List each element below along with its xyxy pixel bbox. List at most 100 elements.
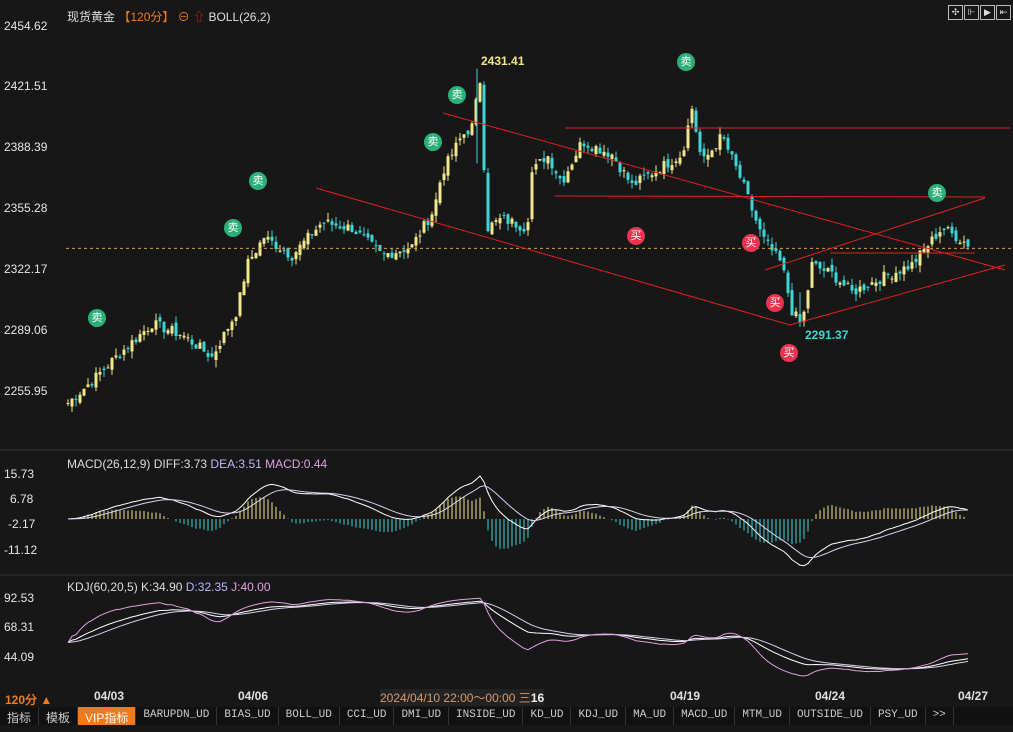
indicator-label[interactable]: BOLL(26,2) [208, 10, 270, 24]
trend-line [554, 195, 986, 198]
candle-body [730, 151, 734, 155]
sell-signal-marker[interactable]: 卖 [88, 309, 106, 327]
candle-body [746, 181, 750, 195]
candle-body [450, 154, 454, 156]
candle-body [194, 344, 198, 349]
candle-body [78, 394, 82, 403]
candle-body [306, 232, 310, 245]
tab-boll[interactable]: BOLL_UD [279, 707, 340, 725]
macd-diff: DIFF:3.73 [153, 457, 208, 471]
candle-body [242, 281, 246, 296]
low-label: 2291.37 [805, 328, 849, 342]
candle-body [154, 320, 158, 330]
candle-body [954, 230, 958, 242]
candle-body [234, 317, 238, 321]
sell-signal-marker[interactable]: 卖 [448, 86, 466, 104]
tab-indicators[interactable]: 指标 [0, 707, 40, 725]
sell-signal-marker[interactable]: 卖 [677, 53, 695, 71]
candle-body [814, 261, 818, 264]
candle-body [770, 244, 774, 251]
kdj-tick: 44.09 [4, 650, 35, 664]
candle-body [522, 228, 526, 232]
candle-body [358, 230, 362, 233]
buy-signal-marker[interactable]: 买 [627, 227, 645, 245]
tab-kd[interactable]: KD_UD [523, 707, 572, 725]
candle-body [962, 241, 966, 243]
candle-body [686, 125, 690, 149]
candle-body [722, 137, 726, 139]
candle-body [190, 339, 194, 345]
buy-signal-marker[interactable]: 买 [780, 344, 798, 362]
kdj-j: J:40.00 [231, 580, 271, 594]
sell-signal-marker[interactable]: 卖 [224, 219, 242, 237]
tab-vip-indicators[interactable]: VIP指标 [78, 707, 137, 725]
candle-body [330, 221, 334, 225]
candle-body [630, 180, 634, 183]
sell-signal-marker[interactable]: 卖 [249, 172, 267, 190]
candle-body [350, 224, 354, 232]
tabs-more-button[interactable]: >> [926, 707, 954, 725]
price-tick: 2289.06 [4, 323, 48, 337]
tab-ma[interactable]: MA_UD [626, 707, 675, 725]
candle-body [706, 154, 710, 160]
candle-body [406, 248, 410, 254]
candle-body [650, 175, 654, 178]
settings-icon[interactable]: ⊖ [178, 10, 190, 24]
candle-body [606, 152, 610, 157]
tab-kdj[interactable]: KDJ_UD [571, 707, 627, 725]
tab-macd[interactable]: MACD_UD [674, 707, 736, 725]
candle-body [134, 339, 138, 343]
exit-icon[interactable]: ⇤ [996, 5, 1011, 20]
candle-body [398, 251, 402, 254]
candle-body [106, 367, 110, 369]
candle-body [682, 150, 686, 157]
candle-body [538, 159, 542, 161]
candle-body [874, 282, 878, 286]
candle-body [586, 145, 590, 148]
tab-dmi[interactable]: DMI_UD [394, 707, 450, 725]
candle-body [326, 219, 330, 222]
candle-body [150, 328, 154, 332]
macd-legend: MACD(26,12,9) DIFF:3.73 DEA:3.51 MACD:0.… [67, 457, 327, 471]
candle-body [906, 266, 910, 270]
tab-inside[interactable]: INSIDE_UD [449, 707, 524, 725]
chart-canvas[interactable] [0, 0, 1013, 732]
candle-body [202, 341, 206, 352]
candle-body [838, 282, 842, 285]
tab-outside[interactable]: OUTSIDE_UD [790, 707, 871, 725]
buy-signal-marker[interactable]: 买 [766, 294, 784, 312]
period-label[interactable]: 【120分】 [118, 10, 174, 24]
candle-body [482, 84, 486, 171]
candle-body [854, 288, 858, 295]
tab-templates[interactable]: 模板 [39, 707, 79, 725]
candle-body [366, 233, 370, 238]
candle-body [734, 154, 738, 167]
candle-body [762, 229, 766, 237]
buy-signal-marker[interactable]: 买 [742, 234, 760, 252]
sell-signal-marker[interactable]: 卖 [928, 184, 946, 202]
candle-body [290, 258, 294, 261]
zoom-icon[interactable]: ⊩ [964, 5, 979, 20]
candle-body [822, 268, 826, 271]
tab-mtm[interactable]: MTM_UD [735, 707, 790, 725]
sell-signal-marker[interactable]: 卖 [424, 133, 442, 151]
play-icon[interactable]: ▶ [980, 5, 995, 20]
tab-psy[interactable]: PSY_UD [871, 707, 926, 725]
candle-body [470, 123, 474, 135]
candle-body [886, 273, 890, 275]
candle-body [334, 223, 338, 226]
tab-bias[interactable]: BIAS_UD [217, 707, 279, 725]
candle-body [230, 321, 234, 330]
period-selector[interactable]: 120分 ▲ [5, 691, 52, 708]
candle-body [490, 222, 494, 235]
tab-barupdn[interactable]: BARUPDN_UD [136, 707, 218, 725]
candle-body [786, 272, 790, 294]
candle-body [574, 155, 578, 163]
kdj-d: D:32.35 [185, 580, 228, 594]
candle-body [534, 164, 538, 170]
crosshair-icon[interactable]: ✣ [948, 5, 963, 20]
candle-body [294, 252, 298, 260]
candle-body [198, 342, 202, 349]
candle-body [562, 176, 566, 183]
tab-cci[interactable]: CCI_UD [340, 707, 395, 725]
